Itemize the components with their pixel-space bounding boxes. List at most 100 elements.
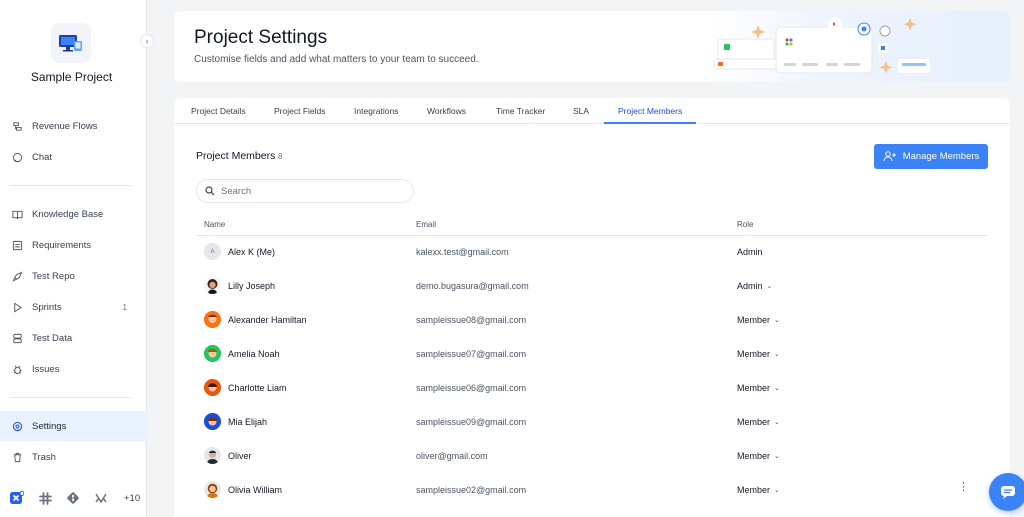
- sidebar-item-revenue-flows[interactable]: Revenue Flows: [0, 111, 147, 141]
- member-name: Lilly Joseph: [228, 281, 276, 291]
- role-label: Admin: [737, 247, 763, 257]
- table-row[interactable]: Olivia William sampleissue02@gmail.com M…: [196, 473, 988, 507]
- table-row[interactable]: A Alex K (Me) kalexx.test@gmail.com Admi…: [196, 235, 988, 269]
- project-logo[interactable]: [51, 23, 91, 63]
- chevron-down-icon: ⌄: [774, 453, 780, 460]
- slack-icon[interactable]: [38, 491, 52, 505]
- sidebar-item-label: Sprints: [32, 301, 62, 313]
- chat-bubble-icon: [1001, 486, 1015, 499]
- sidebar-divider: [10, 185, 131, 186]
- table-row[interactable]: Lilly Joseph demo.bugasura@gmail.com Adm…: [196, 269, 988, 303]
- tab-project-fields[interactable]: Project Fields: [274, 106, 326, 116]
- role-label: Member: [737, 383, 771, 393]
- tab-integrations[interactable]: Integrations: [354, 106, 398, 116]
- role-dropdown[interactable]: Member ⌄: [737, 383, 780, 393]
- sidebar-item-label: Chat: [32, 151, 53, 163]
- table-row[interactable]: Mia Elijah sampleissue09@gmail.com Membe…: [196, 405, 988, 439]
- table-row[interactable]: Alexander Hamiltan sampleissue08@gmail.c…: [196, 303, 988, 337]
- sidebar-item-label: Trash: [32, 451, 56, 463]
- rocket-icon: [12, 270, 23, 281]
- chat-icon: [12, 152, 23, 162]
- member-search: [196, 179, 414, 203]
- role-label: Admin: [737, 281, 763, 291]
- add-user-icon: [883, 151, 896, 162]
- member-email: sampleissue02@gmail.com: [416, 485, 527, 495]
- settings-illustration: [713, 17, 930, 74]
- section-title: Project Members: [196, 150, 276, 162]
- member-name: Amelia Noah: [228, 349, 280, 359]
- header-illustration: [710, 11, 1010, 82]
- sidebar-item-trash[interactable]: Trash: [0, 442, 147, 472]
- avatar: [204, 447, 221, 464]
- member-name: Alex K (Me): [228, 247, 276, 257]
- sidebar-item-label: Requirements: [32, 239, 92, 251]
- role-dropdown[interactable]: Member ⌄: [737, 417, 780, 427]
- jira-icon[interactable]: [10, 491, 24, 505]
- bug-icon: [13, 365, 22, 374]
- sidebar-item-issues[interactable]: Issues: [0, 354, 147, 384]
- page-subtitle: Customise fields and add what matters to…: [194, 54, 479, 65]
- active-tab-indicator: [604, 122, 696, 124]
- trash-icon: [13, 452, 22, 462]
- tab-time-tracker[interactable]: Time Tracker: [496, 106, 545, 116]
- git-icon[interactable]: [66, 491, 80, 505]
- sidebar-item-test-repo[interactable]: Test Repo: [0, 261, 147, 291]
- chevron-down-icon: ⌄: [774, 487, 780, 494]
- settings-tabs: Project Details Project Fields Integrati…: [174, 98, 1010, 124]
- database-icon: [13, 333, 22, 343]
- sidebar-item-knowledge-base[interactable]: Knowledge Base: [0, 199, 147, 229]
- search-input[interactable]: [221, 185, 401, 197]
- support-chat-button[interactable]: [989, 473, 1024, 511]
- column-header-role: Role: [737, 220, 754, 229]
- table-row[interactable]: Charlotte Liam sampleissue06@gmail.com M…: [196, 371, 988, 405]
- role-dropdown[interactable]: Member ⌄: [737, 485, 780, 495]
- monitor-icon: [59, 35, 82, 52]
- collapse-sidebar-button[interactable]: ‹: [140, 34, 154, 48]
- more-integrations[interactable]: +10: [124, 493, 140, 504]
- integration-icon[interactable]: [94, 491, 108, 505]
- sidebar-item-label: Revenue Flows: [32, 120, 98, 132]
- tab-sla[interactable]: SLA: [573, 106, 589, 116]
- table-row[interactable]: Oliver oliver@gmail.com Member ⌄: [196, 439, 988, 473]
- sidebar-item-sprints[interactable]: Sprints 1: [0, 292, 147, 322]
- tab-project-details[interactable]: Project Details: [191, 106, 246, 116]
- tab-workflows[interactable]: Workflows: [427, 106, 466, 116]
- sidebar-item-label: Settings: [32, 420, 67, 432]
- avatar: [204, 481, 221, 498]
- sprints-count: 1: [122, 302, 127, 312]
- role-dropdown[interactable]: Member ⌄: [737, 451, 780, 461]
- settings-icon: [12, 421, 23, 431]
- member-name: Charlotte Liam: [228, 383, 287, 393]
- member-email: kalexx.test@gmail.com: [416, 247, 509, 257]
- sidebar-item-requirements[interactable]: Requirements: [0, 230, 147, 260]
- role-label: Member: [737, 417, 771, 427]
- role-dropdown[interactable]: Member ⌄: [737, 349, 780, 359]
- sidebar-item-label: Knowledge Base: [32, 208, 104, 220]
- more-options-icon[interactable]: ⋮: [958, 482, 969, 493]
- member-email: demo.bugasura@gmail.com: [416, 281, 529, 291]
- role-label: Member: [737, 485, 771, 495]
- column-header-email: Email: [416, 220, 437, 229]
- chevron-down-icon: ⌄: [774, 317, 780, 324]
- member-email: sampleissue08@gmail.com: [416, 315, 527, 325]
- member-name: Alexander Hamiltan: [228, 315, 307, 325]
- member-email: sampleissue09@gmail.com: [416, 417, 527, 427]
- sidebar-item-settings[interactable]: Settings: [0, 411, 147, 441]
- sidebar-item-test-data[interactable]: Test Data: [0, 323, 147, 353]
- avatar: [204, 277, 221, 294]
- table-row[interactable]: Amelia Noah sampleissue07@gmail.com Memb…: [196, 337, 988, 371]
- main-panel: Project Details Project Fields Integrati…: [174, 98, 1010, 517]
- tab-project-members[interactable]: Project Members: [618, 106, 682, 116]
- role-dropdown[interactable]: Admin ⌄: [737, 281, 772, 291]
- sidebar-item-label: Issues: [32, 363, 60, 375]
- member-name: Oliver: [228, 451, 252, 461]
- project-name: Sample Project: [30, 70, 113, 84]
- requirements-icon: [12, 240, 23, 250]
- role-dropdown[interactable]: Member ⌄: [737, 315, 780, 325]
- manage-members-button[interactable]: Manage Members: [874, 144, 988, 169]
- member-name: Olivia William: [228, 485, 282, 495]
- sidebar: Sample Project Revenue Flows Chat Knowle…: [0, 0, 147, 517]
- sidebar-item-label: Test Data: [32, 332, 73, 344]
- book-icon: [12, 210, 23, 219]
- sidebar-item-chat[interactable]: Chat: [0, 142, 147, 172]
